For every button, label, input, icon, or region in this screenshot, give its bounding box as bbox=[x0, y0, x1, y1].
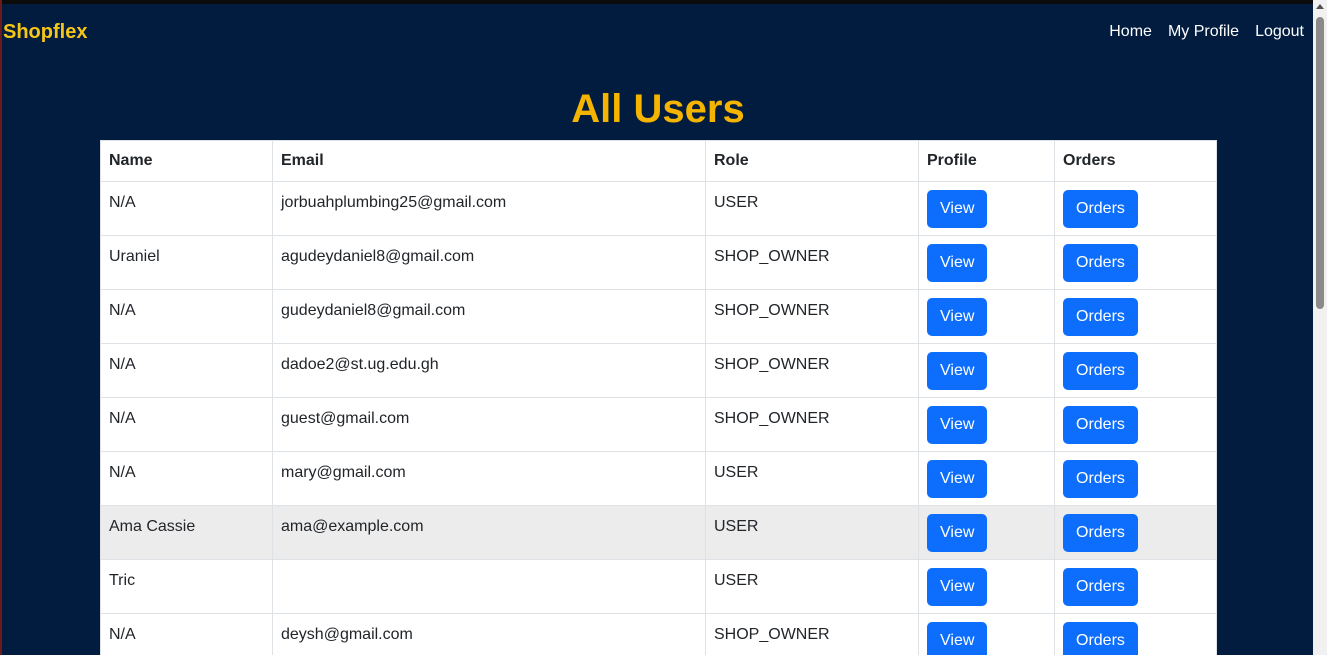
cell-orders: Orders bbox=[1054, 505, 1217, 560]
table-row: N/A guest@gmail.com SHOP_OWNER View Orde… bbox=[100, 397, 1217, 452]
scrollbar-thumb[interactable] bbox=[1316, 17, 1324, 309]
cell-name: N/A bbox=[100, 613, 273, 655]
cell-name: N/A bbox=[100, 289, 273, 344]
table-header-row: Name Email Role Profile Orders bbox=[100, 140, 1217, 182]
table-row: N/A jorbuahplumbing25@gmail.com USER Vie… bbox=[100, 181, 1217, 236]
users-table: Name Email Role Profile Orders N/A jorbu… bbox=[100, 140, 1217, 655]
cell-profile: View bbox=[918, 505, 1055, 560]
orders-button[interactable]: Orders bbox=[1063, 352, 1138, 390]
cell-email bbox=[272, 559, 706, 614]
cell-name: Ama Cassie bbox=[100, 505, 273, 560]
view-profile-button[interactable]: View bbox=[927, 244, 988, 282]
table-row: N/A dadoe2@st.ug.edu.gh SHOP_OWNER View … bbox=[100, 343, 1217, 398]
cell-profile: View bbox=[918, 559, 1055, 614]
cell-email: mary@gmail.com bbox=[272, 451, 706, 506]
cell-email: agudeydaniel8@gmail.com bbox=[272, 235, 706, 290]
cell-role: SHOP_OWNER bbox=[705, 343, 919, 398]
cell-profile: View bbox=[918, 451, 1055, 506]
cell-name: N/A bbox=[100, 397, 273, 452]
table-row: Tric USER View Orders bbox=[100, 559, 1217, 614]
cell-email: ama@example.com bbox=[272, 505, 706, 560]
cell-name: N/A bbox=[100, 343, 273, 398]
cell-profile: View bbox=[918, 181, 1055, 236]
header-orders: Orders bbox=[1054, 140, 1217, 182]
nav-link-home[interactable]: Home bbox=[1109, 23, 1152, 41]
cell-name: N/A bbox=[100, 451, 273, 506]
nav-link-my-profile[interactable]: My Profile bbox=[1168, 23, 1239, 41]
cell-role: SHOP_OWNER bbox=[705, 397, 919, 452]
cell-role: USER bbox=[705, 181, 919, 236]
table-row: N/A mary@gmail.com USER View Orders bbox=[100, 451, 1217, 506]
cell-role: USER bbox=[705, 505, 919, 560]
view-profile-button[interactable]: View bbox=[927, 460, 988, 498]
orders-button[interactable]: Orders bbox=[1063, 298, 1138, 336]
view-profile-button[interactable]: View bbox=[927, 514, 988, 552]
page: Shopflex Home My Profile Logout All User… bbox=[0, 0, 1313, 655]
table-row-hovered: Ama Cassie ama@example.com USER View Ord… bbox=[100, 505, 1217, 560]
cell-role: USER bbox=[705, 451, 919, 506]
orders-button[interactable]: Orders bbox=[1063, 190, 1138, 228]
orders-button[interactable]: Orders bbox=[1063, 406, 1138, 444]
cell-orders: Orders bbox=[1054, 181, 1217, 236]
cell-name: Uraniel bbox=[100, 235, 273, 290]
table-row: Uraniel agudeydaniel8@gmail.com SHOP_OWN… bbox=[100, 235, 1217, 290]
cell-orders: Orders bbox=[1054, 397, 1217, 452]
cell-role: SHOP_OWNER bbox=[705, 613, 919, 655]
cell-orders: Orders bbox=[1054, 559, 1217, 614]
cell-email: jorbuahplumbing25@gmail.com bbox=[272, 181, 706, 236]
view-profile-button[interactable]: View bbox=[927, 622, 988, 655]
cell-orders: Orders bbox=[1054, 235, 1217, 290]
orders-button[interactable]: Orders bbox=[1063, 244, 1138, 282]
header-role: Role bbox=[705, 140, 919, 182]
orders-button[interactable]: Orders bbox=[1063, 568, 1138, 606]
cell-profile: View bbox=[918, 613, 1055, 655]
cell-role: SHOP_OWNER bbox=[705, 289, 919, 344]
cell-profile: View bbox=[918, 289, 1055, 344]
scroll-up-arrow-icon[interactable] bbox=[1316, 4, 1324, 9]
table-row: N/A deysh@gmail.com SHOP_OWNER View Orde… bbox=[100, 613, 1217, 655]
cell-profile: View bbox=[918, 343, 1055, 398]
header-profile: Profile bbox=[918, 140, 1055, 182]
vertical-scrollbar[interactable] bbox=[1313, 0, 1327, 655]
cell-profile: View bbox=[918, 397, 1055, 452]
cell-email: dadoe2@st.ug.edu.gh bbox=[272, 343, 706, 398]
window-top-border bbox=[0, 0, 1313, 4]
table-row: N/A gudeydaniel8@gmail.com SHOP_OWNER Vi… bbox=[100, 289, 1217, 344]
view-profile-button[interactable]: View bbox=[927, 568, 988, 606]
cell-profile: View bbox=[918, 235, 1055, 290]
view-profile-button[interactable]: View bbox=[927, 352, 988, 390]
cell-role: SHOP_OWNER bbox=[705, 235, 919, 290]
cell-name: Tric bbox=[100, 559, 273, 614]
page-title: All Users bbox=[571, 87, 745, 131]
orders-button[interactable]: Orders bbox=[1063, 514, 1138, 552]
cell-email: gudeydaniel8@gmail.com bbox=[272, 289, 706, 344]
orders-button[interactable]: Orders bbox=[1063, 460, 1138, 498]
cell-orders: Orders bbox=[1054, 289, 1217, 344]
cell-orders: Orders bbox=[1054, 343, 1217, 398]
cell-role: USER bbox=[705, 559, 919, 614]
orders-button[interactable]: Orders bbox=[1063, 622, 1138, 655]
brand-logo[interactable]: Shopflex bbox=[3, 21, 87, 44]
cell-name: N/A bbox=[100, 181, 273, 236]
view-profile-button[interactable]: View bbox=[927, 298, 988, 336]
cell-email: guest@gmail.com bbox=[272, 397, 706, 452]
nav-link-logout[interactable]: Logout bbox=[1255, 23, 1304, 41]
view-profile-button[interactable]: View bbox=[927, 406, 988, 444]
header-name: Name bbox=[100, 140, 273, 182]
cell-orders: Orders bbox=[1054, 451, 1217, 506]
cell-email: deysh@gmail.com bbox=[272, 613, 706, 655]
cell-orders: Orders bbox=[1054, 613, 1217, 655]
view-profile-button[interactable]: View bbox=[927, 190, 988, 228]
top-nav: Home My Profile Logout bbox=[1109, 23, 1304, 41]
header-email: Email bbox=[272, 140, 706, 182]
